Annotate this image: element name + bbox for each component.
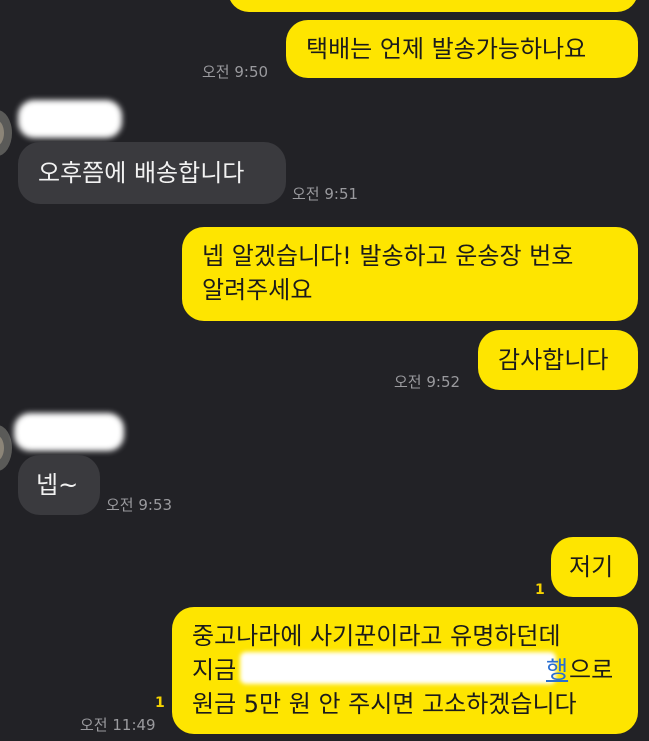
- sender-name-redacted: [18, 100, 122, 138]
- message-time: 오전 9:52: [394, 373, 461, 391]
- message-bubble-partial: [228, 0, 638, 12]
- sender-avatar[interactable]: [0, 425, 12, 471]
- message-bubble-outgoing: 저기: [551, 537, 638, 597]
- message-text-line: 넵 알겠습니다! 발송하고 운송장 번호: [202, 242, 574, 270]
- link-text-fragment[interactable]: 행: [546, 653, 568, 687]
- message-text: 넵~: [36, 471, 79, 499]
- message-text: 감사합니다: [498, 346, 609, 374]
- message-text-line: 원금 5만 원 안 주시면 고소하겠습니다: [192, 690, 577, 718]
- message-text-suffix: 으로: [569, 656, 614, 684]
- message-text: 택배는 언제 발송가능하나요: [306, 35, 587, 63]
- unread-count: 1: [535, 582, 545, 598]
- sender-avatar[interactable]: [0, 110, 12, 156]
- redacted-text: [240, 652, 556, 684]
- message-text: 저기: [569, 553, 614, 581]
- message-time: 오전 9:50: [202, 63, 269, 81]
- message-bubble-incoming: 오후쯤에 배송합니다: [18, 142, 286, 204]
- message-bubble-outgoing: 넵 알겠습니다! 발송하고 운송장 번호 알려주세요: [182, 227, 638, 321]
- chat-screen: { "messages": [ {"id": "m1", "sender": "…: [0, 0, 649, 741]
- message-time: 오전 9:51: [292, 185, 359, 203]
- sender-name-redacted: [14, 413, 124, 451]
- message-bubble-outgoing: 택배는 언제 발송가능하나요: [286, 20, 638, 78]
- unread-count: 1: [155, 695, 165, 711]
- message-bubble-incoming: 넵~: [18, 455, 100, 515]
- message-text-line: 중고나라에 사기꾼이라고 유명하던데: [192, 622, 561, 650]
- message-text-line: 알려주세요: [202, 276, 313, 304]
- message-text: 오후쯤에 배송합니다: [38, 159, 245, 187]
- message-time: 오전 9:53: [106, 496, 173, 514]
- message-time: 오전 11:49: [80, 716, 156, 734]
- message-bubble-outgoing: 감사합니다: [478, 330, 638, 390]
